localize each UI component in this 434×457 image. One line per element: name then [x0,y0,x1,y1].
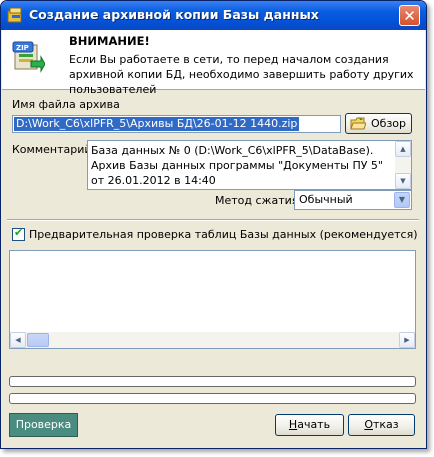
scroll-down-icon[interactable]: ▼ [395,173,411,189]
check-button[interactable]: Проверка [9,413,78,437]
comment-textarea[interactable]: База данных № 0 (D:\Work_C6\xlPFR_5\Data… [87,140,412,190]
checkmark-icon: ✔ [14,226,24,239]
open-folder-icon [350,117,366,130]
close-button[interactable]: ✕ [399,5,420,26]
scroll-right-icon[interactable]: ▶ [399,332,415,348]
comment-label: Комментарий: [12,143,96,156]
browse-label: Обзор [371,117,407,130]
cancel-hotkey: О [364,418,373,431]
compression-select[interactable]: Обычный ▼ [294,190,412,210]
start-hotkey: Н [288,418,298,431]
comment-value: База данных № 0 (D:\Work_C6\xlPFR_5\Data… [91,144,387,187]
precheck-checkbox[interactable]: ✔ [12,226,25,241]
file-name-input[interactable]: D:\Work_C6\xlPFR_5\Архивы БД\26-01-12 14… [12,115,341,133]
compression-value: Обычный [299,193,353,206]
compression-label: Метод сжатия: [215,194,303,207]
title-bar[interactable]: Создание архивной копии Базы данных ✕ [1,1,426,30]
file-name-value: D:\Work_C6\xlPFR_5\Архивы БД\26-01-12 14… [14,117,300,131]
app-icon [7,7,22,23]
cancel-button[interactable]: Отказ [348,414,415,436]
window-title: Создание архивной копии Базы данных [29,7,319,22]
scroll-left-icon[interactable]: ◀ [10,332,26,348]
comment-scrollbar[interactable]: ▲ ▼ [395,141,411,189]
browse-button[interactable]: Обзор [345,113,412,134]
warning-header: ZIP ВНИМАНИЕ! Если Вы работаете в сети, … [2,30,425,96]
svg-text:ZIP: ZIP [16,44,29,52]
separator [7,219,419,221]
warning-text: Если Вы работаете в сети, то перед начал… [69,53,414,96]
log-horizontal-scrollbar[interactable]: ◀ ▶ [10,332,415,348]
precheck-label[interactable]: Предварительная проверка таблиц Базы дан… [29,228,418,241]
file-name-label: Имя файла архива [12,98,120,111]
scroll-up-icon[interactable]: ▲ [395,141,411,157]
progress-bar-2 [9,393,416,404]
archive-dialog: Создание архивной копии Базы данных ✕ ZI… [0,0,427,449]
chevron-down-icon[interactable]: ▼ [394,192,410,208]
scroll-thumb[interactable] [27,333,49,347]
progress-bar-1 [9,376,416,387]
start-button[interactable]: Начать [275,414,344,436]
warning-title: ВНИМАНИЕ! [69,34,150,48]
cancel-label: тказ [373,418,399,431]
log-area[interactable]: ◀ ▶ [9,250,416,349]
zip-archive-icon: ZIP [12,41,45,73]
start-label: ачать [297,418,331,431]
